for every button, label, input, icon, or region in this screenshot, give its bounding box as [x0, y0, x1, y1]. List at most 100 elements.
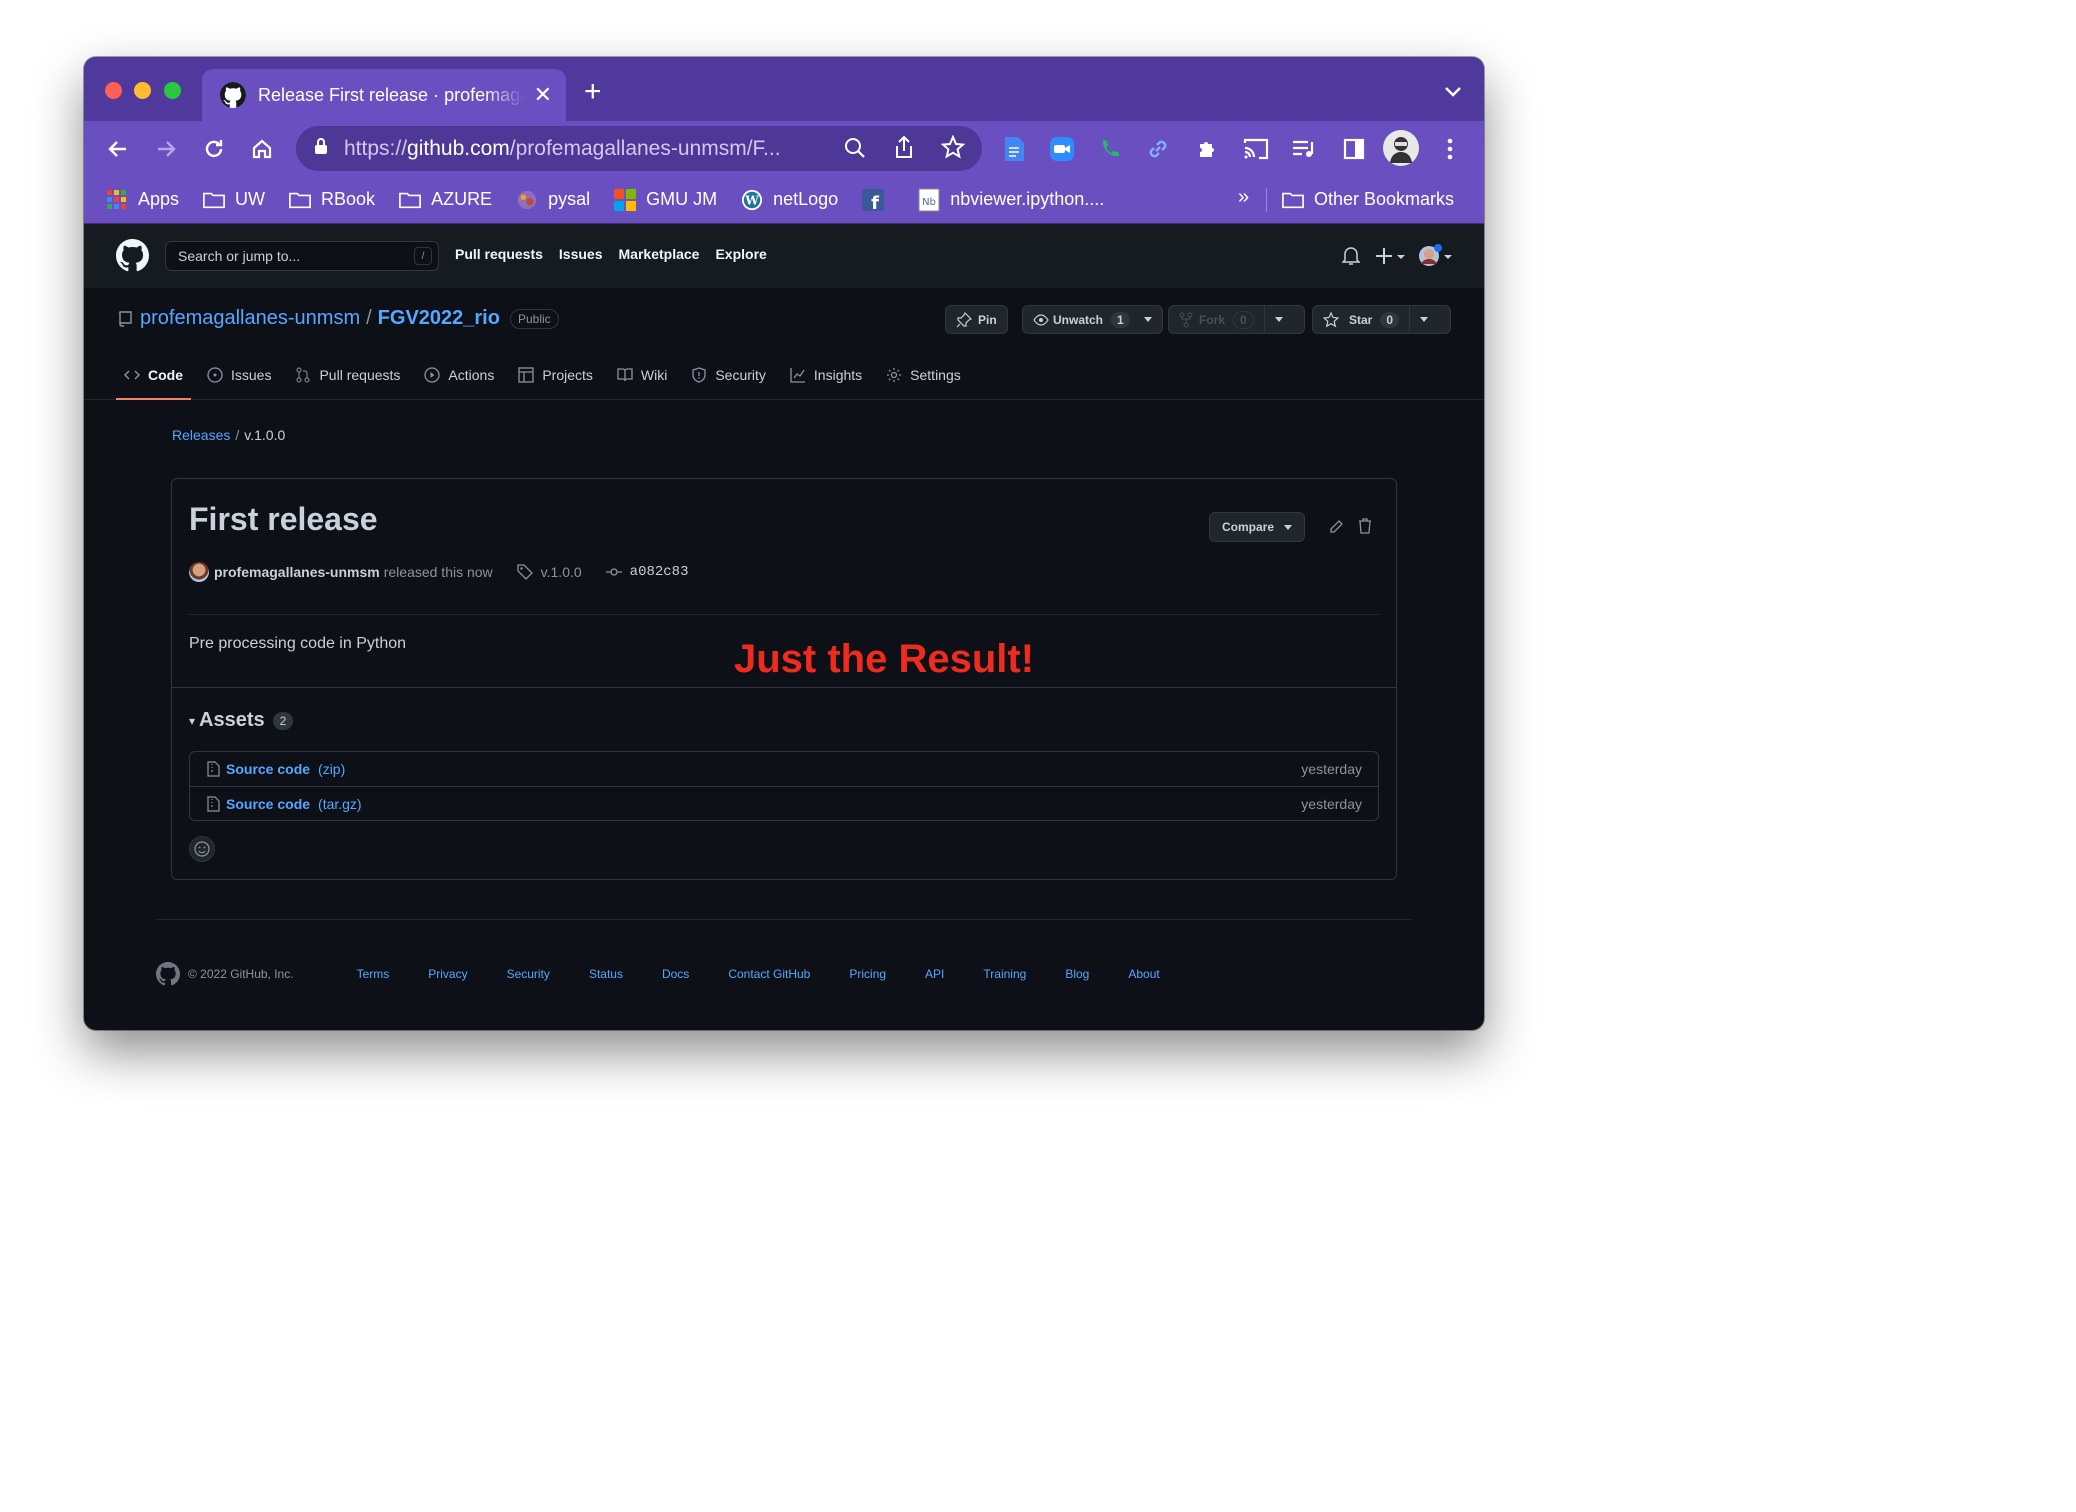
- footer-link-pricing[interactable]: Pricing: [849, 967, 886, 981]
- github-header: Search or jump to... / Pull requests Iss…: [84, 224, 1484, 288]
- caret-down-icon[interactable]: [1140, 306, 1152, 333]
- author-avatar[interactable]: [189, 562, 209, 582]
- media-queue-icon[interactable]: [1290, 135, 1318, 163]
- maximize-window-button[interactable]: [164, 82, 181, 99]
- tab-search-chevron-icon[interactable]: [1444, 85, 1462, 103]
- tab-projects[interactable]: Projects: [510, 350, 601, 400]
- footer-link-about[interactable]: About: [1128, 967, 1159, 981]
- bookmark-netlogo[interactable]: W netLogo: [741, 189, 838, 210]
- bookmark-gmu-jm[interactable]: GMU JM: [614, 188, 717, 211]
- bookmark-apps[interactable]: Apps: [106, 189, 179, 210]
- other-bookmarks-label: Other Bookmarks: [1314, 189, 1455, 209]
- forward-icon[interactable]: [152, 135, 180, 163]
- footer-link-security[interactable]: Security: [507, 967, 550, 981]
- chrome-menu-icon[interactable]: [1436, 135, 1464, 163]
- browser-tab[interactable]: Release First release · profemagallanes-…: [202, 69, 566, 121]
- footer-link-terms[interactable]: Terms: [357, 967, 390, 981]
- asset-row[interactable]: Source code (zip) yesterday: [190, 752, 1378, 786]
- tag-link[interactable]: v.1.0.0: [541, 564, 582, 580]
- bookmarks-overflow-button[interactable]: »: [1238, 186, 1249, 209]
- other-bookmarks[interactable]: Other Bookmarks: [1282, 189, 1454, 210]
- add-reaction-button[interactable]: [189, 836, 215, 862]
- github-logo-icon[interactable]: [116, 239, 149, 277]
- tab-settings[interactable]: Settings: [878, 350, 969, 400]
- asset-label[interactable]: Source code: [226, 796, 310, 812]
- caret-down-icon[interactable]: [1263, 306, 1283, 333]
- footer-link-docs[interactable]: Docs: [662, 967, 689, 981]
- bookmark-facebook[interactable]: f: [862, 188, 894, 211]
- asset-label[interactable]: Source code: [226, 761, 310, 777]
- bookmark-nbviewer[interactable]: Nb nbviewer.ipython....: [918, 188, 1105, 211]
- bookmark-pysal[interactable]: pysal: [516, 189, 590, 210]
- footer-link-status[interactable]: Status: [589, 967, 623, 981]
- tab-label: Issues: [231, 367, 272, 383]
- footer-link-privacy[interactable]: Privacy: [428, 967, 467, 981]
- footer-link-training[interactable]: Training: [983, 967, 1026, 981]
- github-mark-icon[interactable]: [156, 962, 180, 986]
- nav-issues[interactable]: Issues: [559, 246, 603, 262]
- edit-pencil-icon[interactable]: [1328, 519, 1344, 540]
- bookmark-star-icon[interactable]: [940, 134, 966, 164]
- github-search-input[interactable]: Search or jump to... /: [165, 241, 439, 271]
- link-extension-icon[interactable]: [1144, 135, 1172, 163]
- new-tab-button[interactable]: +: [584, 75, 602, 109]
- share-icon[interactable]: [894, 135, 914, 164]
- delete-trash-icon[interactable]: [1358, 518, 1372, 539]
- file-zip-icon: [206, 761, 220, 777]
- apps-grid-icon: [106, 189, 128, 210]
- tab-issues[interactable]: Issues: [199, 350, 279, 400]
- user-avatar-menu[interactable]: [1418, 244, 1452, 273]
- nav-explore[interactable]: Explore: [715, 246, 766, 262]
- nav-pull-requests[interactable]: Pull requests: [455, 246, 543, 262]
- breadcrumb-releases-link[interactable]: Releases: [172, 427, 230, 443]
- asset-format[interactable]: (zip): [318, 761, 345, 777]
- repo-owner-link[interactable]: profemagallanes-unmsm: [140, 307, 360, 330]
- compare-button[interactable]: Compare: [1209, 512, 1306, 542]
- tab-insights[interactable]: Insights: [782, 350, 870, 400]
- address-bar[interactable]: https://github.com/profemagallanes-unmsm…: [296, 126, 982, 171]
- create-new-plus-icon[interactable]: [1376, 246, 1406, 271]
- assets-toggle[interactable]: ▾ Assets 2: [189, 709, 294, 732]
- minimize-window-button[interactable]: [134, 82, 151, 99]
- profile-avatar-icon[interactable]: [1383, 130, 1419, 166]
- repo-name-link[interactable]: FGV2022_rio: [378, 307, 500, 330]
- close-window-button[interactable]: [105, 82, 122, 99]
- star-button[interactable]: Star 0: [1312, 305, 1451, 334]
- extensions-puzzle-icon[interactable]: [1194, 135, 1222, 163]
- zoom-search-icon[interactable]: [844, 137, 866, 164]
- author-link[interactable]: profemagallanes-unmsm: [214, 564, 380, 580]
- side-panel-icon[interactable]: [1340, 135, 1368, 163]
- zoom-extension-icon[interactable]: [1048, 135, 1076, 163]
- footer-link-blog[interactable]: Blog: [1065, 967, 1089, 981]
- tab-security[interactable]: Security: [683, 350, 774, 400]
- pin-button[interactable]: Pin: [945, 305, 1008, 334]
- nav-marketplace[interactable]: Marketplace: [619, 246, 700, 262]
- back-icon[interactable]: [104, 135, 132, 163]
- tag-icon: [517, 564, 533, 580]
- reload-icon[interactable]: [200, 135, 228, 163]
- bookmark-azure[interactable]: AZURE: [399, 189, 492, 210]
- lock-icon[interactable]: [314, 137, 328, 160]
- fork-button[interactable]: Fork 0: [1168, 305, 1305, 334]
- asset-format[interactable]: (tar.gz): [318, 796, 362, 812]
- footer-link-contact[interactable]: Contact GitHub: [728, 967, 810, 981]
- bookmark-label: nbviewer.ipython....: [950, 189, 1105, 209]
- notifications-bell-icon[interactable]: [1341, 246, 1361, 271]
- footer-link-api[interactable]: API: [925, 967, 944, 981]
- docs-extension-icon[interactable]: [1000, 135, 1028, 163]
- tab-code[interactable]: Code: [116, 350, 191, 400]
- cast-icon[interactable]: [1242, 135, 1270, 163]
- tab-close-icon[interactable]: ✕: [534, 82, 552, 108]
- tab-actions[interactable]: Actions: [416, 350, 502, 400]
- caret-down-icon[interactable]: [1409, 306, 1429, 333]
- tab-pull-requests[interactable]: Pull requests: [287, 350, 408, 400]
- home-icon[interactable]: [248, 135, 276, 163]
- tab-wiki[interactable]: Wiki: [609, 350, 675, 400]
- bookmark-label: Apps: [138, 189, 180, 209]
- unwatch-button[interactable]: Unwatch 1: [1022, 305, 1163, 334]
- bookmark-uw[interactable]: UW: [203, 189, 265, 210]
- phone-extension-icon[interactable]: [1096, 135, 1124, 163]
- bookmark-rbook[interactable]: RBook: [289, 189, 375, 210]
- commit-link[interactable]: a082c83: [630, 564, 689, 580]
- asset-row[interactable]: Source code (tar.gz) yesterday: [190, 786, 1378, 820]
